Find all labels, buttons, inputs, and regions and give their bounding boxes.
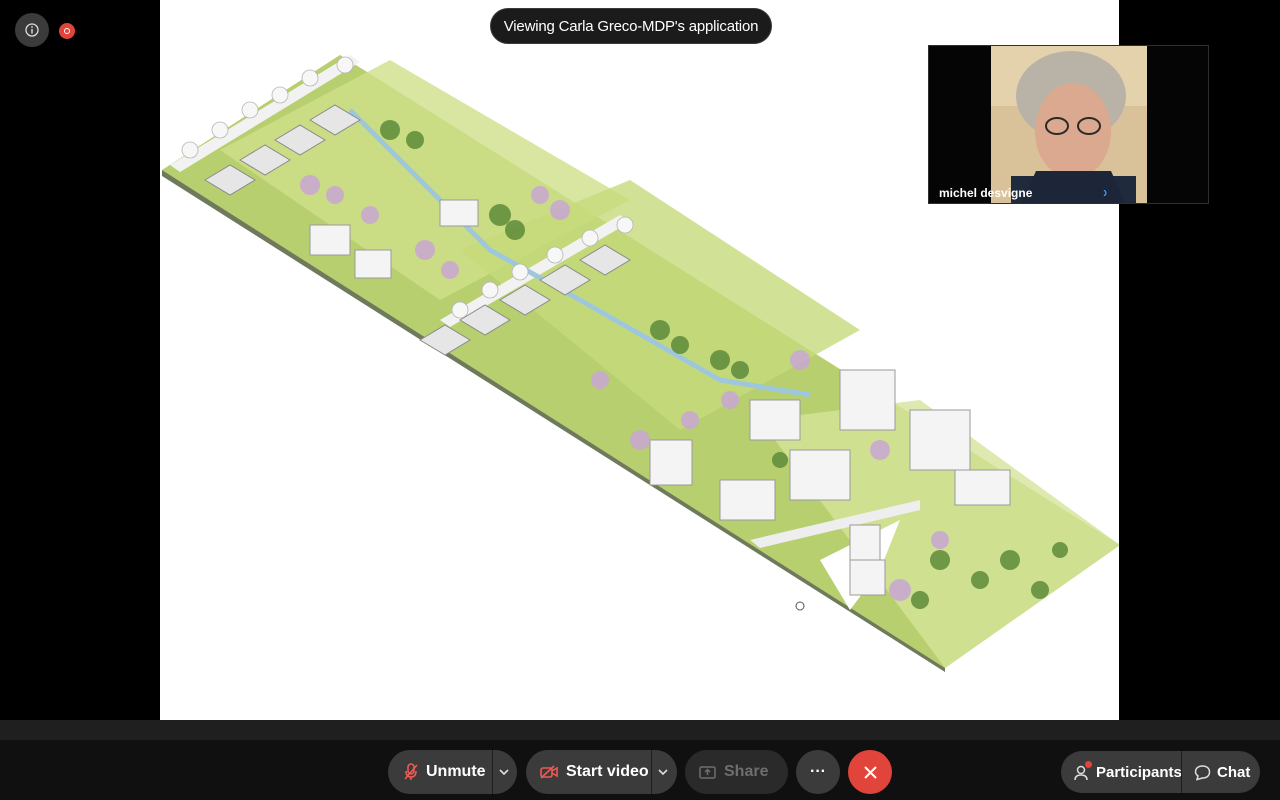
share-button[interactable]: Share bbox=[685, 750, 788, 794]
sharing-banner-text: Viewing Carla Greco-MDP's application bbox=[503, 17, 759, 35]
meeting-info-button[interactable] bbox=[15, 13, 49, 47]
recording-indicator bbox=[59, 23, 75, 39]
microphone-muted-icon bbox=[404, 763, 418, 781]
chat-bubble-icon bbox=[1194, 764, 1211, 781]
share-screen-icon bbox=[699, 765, 716, 779]
close-icon bbox=[863, 765, 877, 779]
camera-off-icon bbox=[540, 765, 558, 779]
share-label: Share bbox=[724, 763, 769, 780]
unmute-label: Unmute bbox=[426, 763, 486, 780]
end-call-button[interactable] bbox=[848, 750, 892, 794]
info-icon bbox=[25, 23, 39, 37]
toolbar-divider bbox=[0, 720, 1280, 740]
chat-label: Chat bbox=[1217, 763, 1251, 781]
chevron-down-icon[interactable] bbox=[657, 766, 669, 778]
recording-icon bbox=[64, 28, 70, 34]
participants-button[interactable]: Participants bbox=[1061, 751, 1182, 793]
chat-button[interactable]: Chat bbox=[1182, 751, 1260, 793]
start-video-label: Start video bbox=[566, 763, 649, 780]
more-icon: ··· bbox=[810, 763, 826, 780]
unmute-split bbox=[492, 750, 493, 794]
participant-name: michel desvigne bbox=[939, 186, 1033, 200]
video-split bbox=[651, 750, 652, 794]
start-video-button[interactable]: Start video bbox=[526, 750, 677, 794]
participants-icon bbox=[1073, 760, 1092, 781]
more-button[interactable]: ··· bbox=[796, 750, 840, 794]
participant-video-tile[interactable]: michel desvigne bbox=[928, 45, 1209, 204]
audio-level-icon bbox=[1103, 190, 1107, 196]
sharing-banner: Viewing Carla Greco-MDP's application bbox=[490, 8, 772, 44]
participant-video bbox=[991, 46, 1147, 203]
participants-label: Participants bbox=[1096, 763, 1182, 781]
notification-dot bbox=[1085, 760, 1092, 768]
chevron-down-icon[interactable] bbox=[498, 766, 510, 778]
